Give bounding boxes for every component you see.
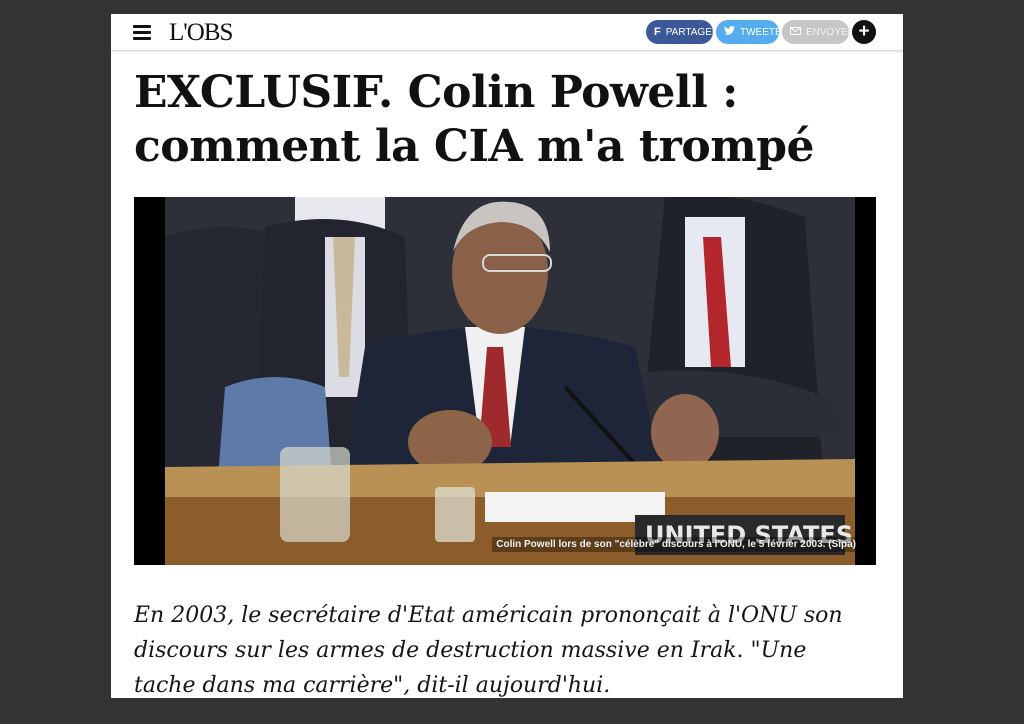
- facebook-icon: f: [654, 26, 661, 38]
- article-title: EXCLUSIF. Colin Powell : comment la CIA …: [134, 67, 815, 172]
- top-bar: L'OBS f PARTAGER TWEETER ENVOYER +: [111, 14, 903, 51]
- article-image-scene: UNITED STATES: [165, 197, 855, 565]
- image-caption: Colin Powell lors de son "célèbre" disco…: [492, 537, 860, 552]
- article-page: L'OBS f PARTAGER TWEETER ENVOYER + EXCLU…: [111, 14, 903, 698]
- site-logo[interactable]: L'OBS: [169, 19, 233, 47]
- twitter-icon: [724, 25, 735, 38]
- plus-icon[interactable]: +: [852, 20, 876, 44]
- email-icon: [790, 26, 801, 38]
- facebook-share-button[interactable]: f PARTAGER: [646, 20, 719, 44]
- article-lead: En 2003, le secrétaire d'Etat américain …: [134, 603, 843, 698]
- email-share-button[interactable]: ENVOYER: [782, 20, 855, 44]
- article-image[interactable]: UNITED STATES Colin Powell lors de son "…: [134, 197, 876, 565]
- twitter-share-button[interactable]: TWEETER: [716, 20, 789, 44]
- facebook-share-label: PARTAGER: [665, 26, 720, 38]
- email-share-label: ENVOYER: [806, 26, 855, 38]
- hamburger-icon[interactable]: [133, 25, 151, 40]
